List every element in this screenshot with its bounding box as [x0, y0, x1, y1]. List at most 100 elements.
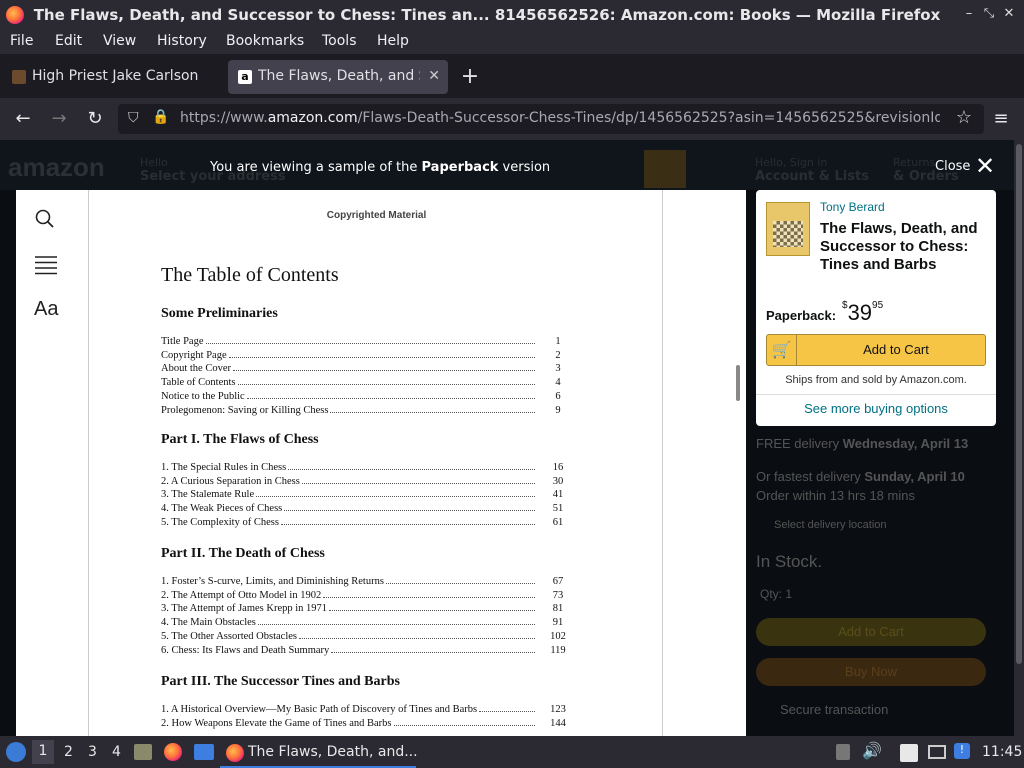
- toc-leader-dots: [479, 711, 535, 712]
- close-reader-label[interactable]: Close: [935, 159, 970, 174]
- page-scrollbar[interactable]: [1014, 140, 1024, 736]
- url-text[interactable]: https://www.amazon.com/Flaws-Death-Succe…: [180, 110, 940, 126]
- back-icon[interactable]: ←: [12, 108, 34, 130]
- workspace-2[interactable]: 2: [64, 744, 73, 760]
- toc-entry: Table of Contents 4: [161, 377, 579, 391]
- toc-leader-dots: [385, 583, 535, 584]
- author-link[interactable]: Tony Berard: [820, 200, 885, 214]
- menu-history[interactable]: History: [157, 33, 207, 49]
- bg-add-to-cart-button[interactable]: Add to Cart: [756, 618, 986, 646]
- taskbar: 1 2 3 4 The Flaws, Death, and... 🔊 ! 11:…: [0, 736, 1024, 768]
- toc-entry-page: 1: [555, 336, 561, 347]
- toc-entry-page: 2: [555, 349, 561, 361]
- card-divider: [756, 394, 996, 395]
- close-window-button[interactable]: ✕: [1000, 5, 1018, 23]
- toc-entry-page: 67: [552, 576, 564, 587]
- toc-entry: Notice to the Public 6: [161, 391, 579, 405]
- reload-icon[interactable]: ↻: [84, 108, 106, 130]
- toc-leader-dots: [228, 356, 535, 358]
- menu-edit[interactable]: Edit: [55, 33, 82, 49]
- product-title: The Flaws, Death, and Successor to Chess…: [820, 220, 978, 273]
- taskbar-window-firefox[interactable]: The Flaws, Death, and...: [220, 738, 418, 768]
- order-within-text: Order within 13 hrs 18 mins: [756, 488, 915, 503]
- toc-entry: 2. The Attempt of Otto Model in 1902 73: [161, 590, 579, 604]
- menu-help[interactable]: Help: [377, 33, 409, 49]
- toc-entry-page: 61: [552, 516, 564, 528]
- search-icon[interactable]: [34, 208, 56, 230]
- firefox-launcher-icon[interactable]: [164, 743, 182, 761]
- toc-entry: 4. The Weak Pieces of Chess 51: [161, 503, 579, 517]
- app-menu-icon[interactable]: ≡: [990, 108, 1012, 130]
- toc-section-heading: Part III. The Successor Tines and Barbs: [161, 674, 400, 689]
- toc-leader-dots: [233, 370, 535, 372]
- toc-entry: 6. Chess: Its Flaws and Death Summary 119: [161, 645, 579, 659]
- toc-entry: 5. The Other Assorted Obstacles 102: [161, 631, 579, 645]
- toc-entry-page: 102: [550, 630, 566, 642]
- start-menu-icon[interactable]: [6, 742, 26, 762]
- toc-entry-page: 41: [552, 489, 564, 501]
- qty-select[interactable]: Qty: 1: [760, 587, 792, 601]
- display-icon[interactable]: [928, 745, 946, 759]
- toc-entry-title: 2. The Attempt of Otto Model in 1902: [161, 589, 322, 601]
- url-bar[interactable]: ⛉ 🔒 https://www.amazon.com/Flaws-Death-S…: [118, 104, 984, 134]
- deliver-to-hello: Hello: [140, 156, 168, 169]
- book-reader-panel: Aa Copyrighted Material The Table of Con…: [16, 190, 746, 736]
- tab-label: High Priest Jake Carlson: [32, 68, 199, 84]
- toc-entry: 3. The Attempt of James Krepp in 1971 81: [161, 603, 579, 617]
- tab-flaws-death[interactable]: a The Flaws, Death, and Su ✕: [228, 60, 448, 94]
- new-tab-button[interactable]: +: [456, 60, 484, 94]
- clipboard-icon[interactable]: [900, 744, 918, 762]
- price: $3995: [842, 300, 884, 325]
- search-submit-dimmed: [644, 150, 686, 188]
- tab-high-priest[interactable]: High Priest Jake Carlson: [2, 60, 224, 94]
- toc-entry: About the Cover 3: [161, 363, 579, 377]
- workspace-4[interactable]: 4: [112, 744, 121, 760]
- toc-entry-page: 81: [552, 603, 564, 615]
- toc-entry: Prolegomenon: Saving or Killing Chess 9: [161, 405, 579, 419]
- forward-icon[interactable]: →: [48, 108, 70, 130]
- add-to-cart-button[interactable]: 🛒 Add to Cart: [766, 334, 986, 366]
- close-reader-icon[interactable]: ✕: [975, 154, 997, 178]
- workspace-1[interactable]: 1: [32, 740, 54, 764]
- toc-entry-page: 119: [550, 644, 566, 656]
- tab-favicon-icon: [12, 70, 26, 84]
- delivery-location-link[interactable]: Select delivery location: [774, 519, 887, 531]
- toc-entry-title: About the Cover: [161, 363, 231, 375]
- book-cover-image[interactable]: [766, 202, 810, 256]
- toc-entry-title: 2. How Weapons Elevate the Game of Tines…: [161, 717, 392, 729]
- toc-entry-title: Prolegomenon: Saving or Killing Chess: [161, 404, 329, 416]
- toc-leader-dots: [257, 624, 535, 626]
- workspace-3[interactable]: 3: [88, 744, 97, 760]
- lock-icon[interactable]: 🔒: [152, 109, 169, 125]
- toc-leader-dots: [284, 510, 535, 512]
- account-line2[interactable]: Account & Lists: [755, 169, 869, 184]
- maximize-button[interactable]: ⤡: [980, 5, 998, 23]
- clock: 11:45: [982, 744, 1023, 760]
- amazon-logo: amazon: [8, 152, 105, 182]
- volume-icon[interactable]: 🔊: [862, 741, 882, 760]
- menu-tools[interactable]: Tools: [322, 33, 357, 49]
- menu-file[interactable]: File: [10, 33, 33, 49]
- desktop-icon[interactable]: [194, 744, 214, 760]
- toc-section-heading: Some Preliminaries: [161, 306, 278, 321]
- minimize-button[interactable]: –: [960, 5, 978, 23]
- update-notifier-icon[interactable]: !: [954, 743, 970, 759]
- tray-notes-icon[interactable]: [836, 744, 850, 760]
- more-buying-options-link[interactable]: See more buying options: [756, 401, 996, 416]
- copyright-notice: Copyrighted Material: [326, 210, 427, 221]
- file-manager-icon[interactable]: [134, 744, 152, 760]
- menu-view[interactable]: View: [103, 33, 136, 49]
- bg-buy-now-button[interactable]: Buy Now: [756, 658, 986, 686]
- toc-entry: Title Page 1: [161, 336, 579, 350]
- toc-leader-dots: [237, 384, 535, 386]
- toc-entry-page: 91: [552, 617, 564, 629]
- shield-icon[interactable]: ⛉: [128, 110, 139, 126]
- toc-icon[interactable]: [34, 254, 58, 276]
- font-settings-icon[interactable]: Aa: [34, 298, 58, 321]
- toc-leader-dots: [256, 496, 535, 498]
- close-tab-icon[interactable]: ✕: [428, 68, 440, 84]
- bookmark-star-icon[interactable]: ☆: [956, 107, 972, 128]
- menu-bookmarks[interactable]: Bookmarks: [226, 33, 304, 49]
- reader-scroll-handle[interactable]: [736, 365, 740, 401]
- web-page: amazon Hello Select your address Hello, …: [0, 140, 1014, 736]
